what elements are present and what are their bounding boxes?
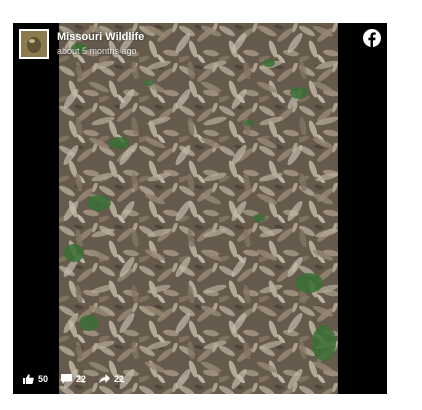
facebook-icon[interactable] [363,29,381,47]
share-count-button[interactable]: 22 [99,374,124,384]
page-name-link[interactable]: Missouri Wildlife [57,31,144,44]
thumbs-up-icon [23,374,34,384]
engagement-bar: 50 22 22 [23,374,137,384]
share-count: 22 [114,374,125,384]
like-count-button[interactable]: 50 [23,374,48,384]
share-arrow-icon [99,374,111,384]
leaf-litter-image [59,23,338,394]
comment-count: 22 [76,374,87,384]
comment-bubble-icon [61,374,73,384]
avatar[interactable] [19,29,49,59]
comment-count-button[interactable]: 22 [61,374,86,384]
video-embed[interactable]: Missouri Wildlife about 5 months ago 50 … [13,23,387,394]
like-count: 50 [38,374,49,384]
post-header: Missouri Wildlife about 5 months ago [19,29,144,63]
video-frame[interactable] [59,23,338,394]
post-timestamp[interactable]: about 5 months ago [57,45,144,57]
page-avatar-image [21,31,47,57]
